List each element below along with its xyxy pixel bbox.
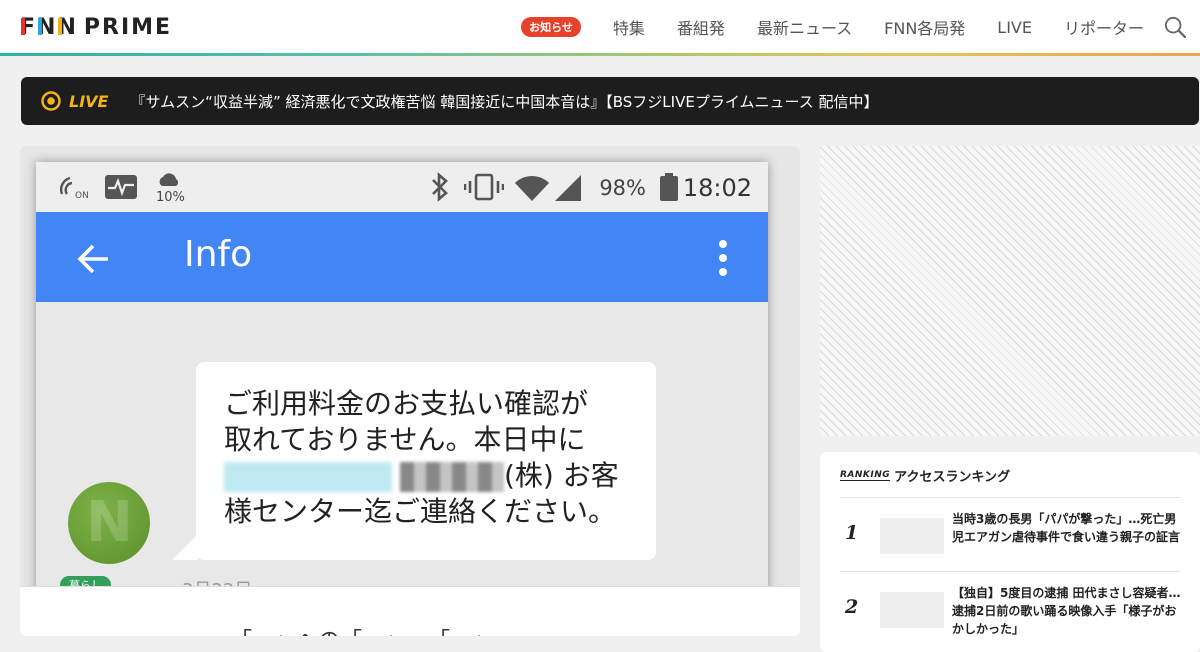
battery-percent: 98% [599, 176, 646, 200]
search-icon[interactable] [1164, 16, 1186, 38]
featured-article-card[interactable]: ON 10% 98% 18:02 Info N ご利用料金のお支払い確認が 取れ… [20, 146, 800, 636]
live-title[interactable]: 『サムスン“収益半減” 経済悪化で文政権苦悩 韓国接近に中国本音は』【BSフジL… [130, 91, 878, 112]
fnn-prime-logo[interactable]: FNN PRIME [20, 14, 172, 40]
rank-number: 2 [845, 596, 859, 618]
notice-badge[interactable]: お知らせ [521, 17, 581, 37]
signal-icon [555, 175, 581, 201]
live-banner[interactable]: LIVE 『サムスン“収益半減” 経済悪化で文政権苦悩 韓国接近に中国本音は』【… [21, 77, 1199, 125]
message-date: 3月22日 [182, 576, 252, 586]
phone-screenshot: ON 10% 98% 18:02 Info N ご利用料金のお支払い確認が 取れ… [36, 162, 768, 586]
nav-item-programs[interactable]: 番組発 [677, 15, 725, 39]
more-vert-icon [719, 240, 727, 276]
battery-icon [660, 173, 678, 201]
header-gradient-rule [0, 53, 1200, 56]
sender-avatar [68, 482, 150, 564]
sms-line-3: (株) お客 [224, 458, 628, 494]
site-header: FNN PRIME お知らせ 特集 番組発 最新ニュース FNN各局発 LIVE… [0, 0, 1200, 54]
access-ranking: RANKING アクセスランキング 1 当時3歳の長男「パパが撃った」…死亡男児… [820, 452, 1200, 652]
rank-number: 1 [845, 522, 859, 544]
bluetooth-icon [432, 172, 448, 202]
nav-item-reporters[interactable]: リポーター [1064, 15, 1144, 39]
rain-percent: 10% [156, 190, 185, 205]
nav-item-features[interactable]: 特集 [613, 15, 645, 39]
message-app-bar: Info [36, 212, 768, 302]
ranking-label-ja: アクセスランキング [894, 470, 1011, 485]
sms-line-2: 取れておりません。本日中に [224, 423, 586, 456]
phone-clock: 18:02 [682, 174, 752, 202]
cloud-icon [159, 173, 179, 186]
divider [840, 497, 1180, 498]
sms-line-1: ご利用料金のお支払い確認が [224, 387, 589, 420]
ranking-item[interactable]: 2 【独自】5度目の逮捕 田代まさし容疑者…逮捕2日前の歌い踊る映像入手「様子が… [840, 574, 1181, 644]
ad-placeholder [820, 146, 1200, 436]
category-badge[interactable]: 暮らし [60, 576, 111, 586]
article-image: ON 10% 98% 18:02 Info N ご利用料金のお支払い確認が 取れ… [20, 146, 800, 586]
article-footer: 「…」への「…」…「…」 [20, 586, 800, 636]
ranking-label-en: RANKING [840, 470, 891, 481]
message-sender-title: Info [184, 234, 253, 275]
back-arrow-icon [77, 244, 108, 274]
blurred-company-name [224, 462, 392, 492]
sms-line-4: 様センター迄ご連絡ください。 [224, 495, 617, 528]
rank-thumbnail [880, 518, 944, 554]
activity-monitor-icon [105, 175, 137, 199]
phone-status-bar: ON 10% 98% 18:02 [36, 162, 768, 212]
rank-title[interactable]: 当時3歳の長男「パパが撃った」…死亡男児エアガン虐待事件で食い違う親子の証言 [952, 510, 1184, 546]
main-nav: お知らせ 特集 番組発 最新ニュース FNN各局発 LIVE リポーター [521, 0, 1144, 54]
nfc-icon: ON [60, 176, 89, 200]
sms-message-bubble: ご利用料金のお支払い確認が 取れておりません。本日中に (株) お客 様センター… [172, 362, 656, 560]
vibrate-icon [464, 173, 504, 201]
nav-item-latest-news[interactable]: 最新ニュース [757, 15, 852, 39]
svg-text:ON: ON [75, 191, 89, 200]
ranking-header: RANKING アクセスランキング [840, 466, 1010, 485]
ranking-item[interactable]: 1 当時3歳の長男「パパが撃った」…死亡男児エアガン虐待事件で食い違う親子の証言 [840, 500, 1180, 570]
nav-item-fnn-stations[interactable]: FNN各局発 [884, 15, 965, 39]
rank-thumbnail [880, 592, 944, 628]
divider [840, 571, 1180, 572]
eye-icon [41, 91, 61, 111]
wifi-icon [515, 175, 549, 201]
live-label: LIVE [69, 91, 109, 111]
nav-item-live[interactable]: LIVE [997, 18, 1032, 37]
pixelated-company-name [400, 462, 504, 492]
